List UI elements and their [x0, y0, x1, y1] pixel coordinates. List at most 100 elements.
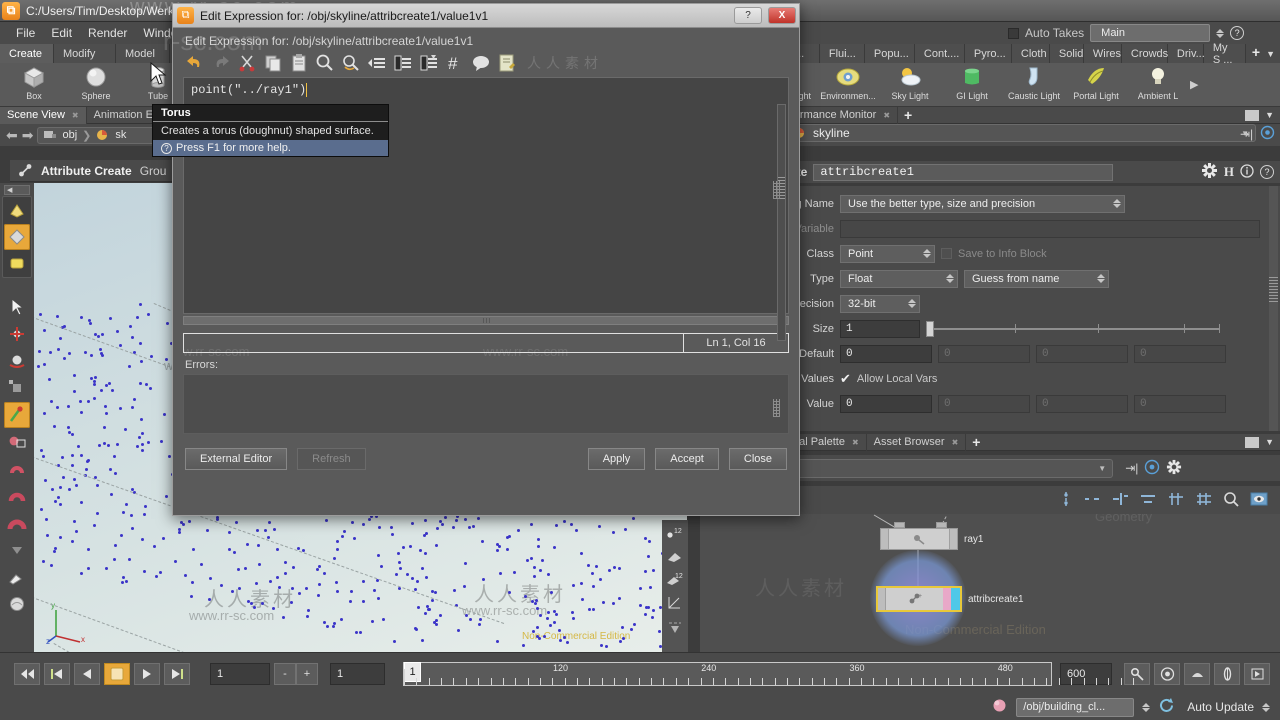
end-frame-field[interactable]: 600: [1060, 662, 1112, 685]
shelf-tab-9[interactable]: Driv...: [1167, 44, 1205, 63]
add-pane-tab-button[interactable]: +: [898, 107, 918, 123]
paste-icon[interactable]: [289, 53, 309, 73]
update-mode-label[interactable]: Auto Update: [1187, 700, 1254, 714]
existing-name-select[interactable]: Use the better type, size and precision: [840, 194, 1125, 213]
type-select[interactable]: Float: [840, 269, 958, 288]
network-node-ray1[interactable]: ray1: [880, 522, 983, 550]
expression-horizontal-scrollbar[interactable]: [183, 316, 789, 325]
pane-menu-icon[interactable]: ▼: [1265, 437, 1280, 447]
shelf-tab-8[interactable]: Crowds: [1121, 44, 1168, 63]
shelf-tab-2[interactable]: Popu...: [864, 44, 915, 63]
select-geometry-icon[interactable]: [4, 224, 30, 250]
target-icon[interactable]: [1260, 125, 1275, 143]
node-body[interactable]: [880, 528, 958, 550]
pin-icon[interactable]: ⇥|: [1240, 127, 1253, 141]
frame-decrement-button[interactable]: -: [274, 662, 296, 685]
breadcrumb-obj[interactable]: obj: [62, 129, 77, 141]
current-take-select[interactable]: Main: [1090, 24, 1211, 42]
tool-more-icon[interactable]: [4, 537, 30, 563]
shelf-tab-7[interactable]: Wires: [1083, 44, 1122, 63]
find-replace-icon[interactable]: [341, 53, 361, 73]
shelf-item-sky-light[interactable]: Sky Light: [880, 64, 940, 106]
notepad-icon[interactable]: [497, 53, 517, 73]
add-shelf-tab-button[interactable]: +: [1246, 44, 1266, 63]
chevron-updown-icon[interactable]: [1113, 199, 1121, 208]
default-field-3[interactable]: 0: [1134, 344, 1226, 363]
chevron-updown-icon[interactable]: [908, 299, 916, 308]
pin-icon[interactable]: ⇥|: [1125, 461, 1138, 475]
close-icon[interactable]: ✖: [952, 438, 959, 447]
shelf-menu-icon[interactable]: ▼: [1266, 44, 1280, 63]
node-body[interactable]: +: [876, 586, 962, 612]
chevron-updown-icon[interactable]: [946, 274, 954, 283]
paint-tool-icon[interactable]: [4, 564, 30, 590]
align-left-icon[interactable]: [1111, 491, 1129, 510]
maximize-pane-icon[interactable]: [1245, 109, 1260, 121]
shelf-tab-1[interactable]: Flui...: [819, 44, 865, 63]
comment-icon[interactable]: [393, 53, 413, 73]
next-key-button[interactable]: [164, 662, 190, 685]
channel-icon[interactable]: [1214, 662, 1240, 685]
point-snap-icon[interactable]: 12: [666, 526, 684, 543]
auto-takes-checkbox[interactable]: [1008, 27, 1019, 39]
back-arrow-icon[interactable]: ⬅: [6, 127, 18, 144]
param-scrollbar[interactable]: [1269, 186, 1278, 431]
magnet-small-icon[interactable]: [4, 456, 30, 482]
maximize-pane-icon[interactable]: [1245, 436, 1260, 448]
status-node-path[interactable]: /obj/building_cl...: [1016, 697, 1135, 717]
scope-icon[interactable]: [1184, 662, 1210, 685]
type-guess-select[interactable]: Guess from name: [964, 269, 1109, 288]
info-icon[interactable]: [1240, 163, 1254, 181]
chevron-down-icon[interactable]: ▼: [1098, 464, 1106, 473]
shelf-tab-3[interactable]: Cont....: [914, 44, 965, 63]
expression-resize-grip[interactable]: [773, 181, 780, 199]
help-icon[interactable]: ?: [1230, 26, 1245, 40]
autokey-icon[interactable]: [1154, 662, 1180, 685]
close-button[interactable]: Close: [728, 448, 787, 470]
size-field[interactable]: 1: [840, 319, 920, 338]
value-field-0[interactable]: 0: [840, 394, 932, 413]
close-icon[interactable]: ✖: [72, 111, 79, 120]
network-node-attribcreate1[interactable]: + attribcreate1: [876, 586, 1024, 612]
align-v-icon[interactable]: [1059, 491, 1073, 510]
view-tool-icon[interactable]: [4, 429, 30, 455]
breadcrumb-skyline[interactable]: sk: [115, 129, 126, 141]
value-field-3[interactable]: 0: [1134, 394, 1226, 413]
shelf-item-sphere[interactable]: Sphere: [66, 64, 126, 106]
size-slider-handle[interactable]: [926, 320, 934, 337]
grid-small-icon[interactable]: [1167, 491, 1185, 510]
default-field-1[interactable]: 0: [938, 344, 1030, 363]
refresh-button[interactable]: Refresh: [297, 448, 366, 470]
playhead[interactable]: 1: [404, 661, 421, 682]
gear-icon[interactable]: [1166, 459, 1182, 478]
shelf-item-caustic-light[interactable]: Caustic Light: [1004, 64, 1064, 106]
close-icon[interactable]: ✖: [883, 111, 890, 120]
apply-button[interactable]: Apply: [587, 448, 646, 470]
chevron-updown-icon[interactable]: [1097, 274, 1105, 283]
secondary-frame-field[interactable]: 1: [330, 662, 385, 685]
frame-increment-button[interactable]: +: [296, 662, 318, 685]
magnet-large-icon[interactable]: [4, 510, 30, 536]
value-field-1[interactable]: 0: [938, 394, 1030, 413]
step-back-button[interactable]: [74, 662, 100, 685]
select-dynamics-icon[interactable]: [4, 250, 30, 276]
copy-icon[interactable]: [263, 53, 283, 73]
shelf-scroll-right-icon[interactable]: ▶: [1190, 78, 1198, 91]
default-field-2[interactable]: 0: [1036, 344, 1128, 363]
save-to-info-block-checkbox[interactable]: [941, 248, 952, 259]
shelf-tab-modify[interactable]: Modify: [54, 44, 116, 63]
move-tool-icon[interactable]: [4, 321, 30, 347]
shelf-item-ambient-light[interactable]: Ambient L: [1128, 64, 1188, 106]
menu-render[interactable]: Render: [80, 24, 135, 42]
shelf-item-environment-light[interactable]: Environmen...: [818, 64, 878, 106]
balloon-icon[interactable]: [471, 53, 491, 73]
previous-key-button[interactable]: [44, 662, 70, 685]
jump-to-start-button[interactable]: [14, 662, 40, 685]
prim-number-snap-icon[interactable]: 12: [666, 572, 684, 589]
param-node-path-field[interactable]: skyline ▼: [786, 124, 1256, 142]
angle-snap-icon[interactable]: [666, 595, 684, 614]
handle-icon[interactable]: [1244, 662, 1270, 685]
precision-select[interactable]: 32-bit: [840, 294, 920, 313]
local-variable-field[interactable]: [840, 219, 1260, 238]
menu-file[interactable]: File: [8, 24, 43, 42]
